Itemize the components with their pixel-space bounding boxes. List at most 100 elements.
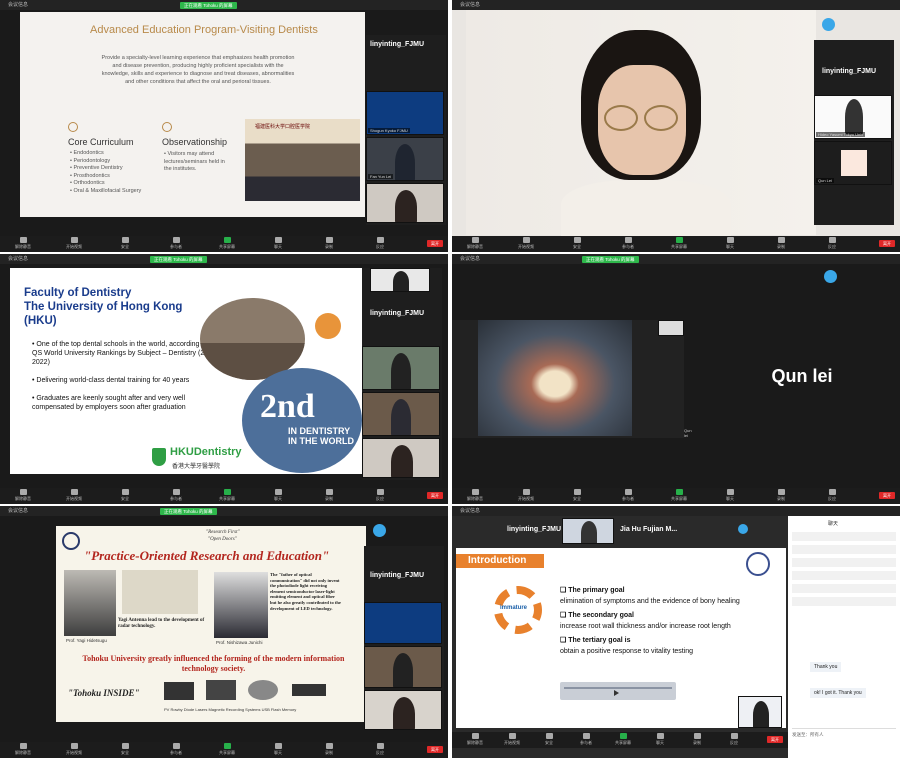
control-4[interactable]: 共享屏幕	[662, 489, 696, 502]
control-2[interactable]: 安全	[560, 237, 594, 250]
video-tile[interactable]	[366, 183, 444, 223]
control-3[interactable]: 参与者	[159, 237, 193, 250]
control-icon	[693, 733, 701, 739]
video-caption: Qun lei	[684, 428, 692, 438]
video-tile[interactable]	[370, 268, 430, 292]
control-icon	[726, 489, 734, 495]
control-1[interactable]: 开始视频	[509, 489, 543, 502]
shared-surgery-video: Qun lei	[452, 320, 692, 438]
video-tile[interactable]	[362, 346, 440, 390]
control-7[interactable]: 反应	[363, 489, 397, 502]
control-3[interactable]: 参与者	[569, 733, 603, 746]
control-4[interactable]: 共享屏幕	[210, 237, 244, 250]
control-bar: 解除静音 开始视频 安全 参与者 共享屏幕 聊天 录制 反应 离开	[0, 236, 448, 252]
control-5[interactable]: 聊天	[261, 489, 295, 502]
hku-bullets: • One of the top dental schools in the w…	[26, 340, 226, 421]
video-tile[interactable]	[738, 696, 782, 728]
control-0[interactable]: 解除静音	[458, 733, 492, 746]
zoom-logo-icon	[738, 524, 748, 534]
chat-input[interactable]: 发送至：所有人	[792, 728, 896, 738]
control-icon	[777, 489, 785, 495]
play-icon[interactable]	[614, 690, 619, 696]
control-4[interactable]: 共享屏幕	[662, 237, 696, 250]
control-icon	[522, 489, 530, 495]
control-0[interactable]: 解除静音	[6, 489, 40, 502]
video-tile[interactable]	[658, 320, 684, 336]
control-label: 聊天	[726, 244, 734, 249]
control-7[interactable]: 反应	[363, 237, 397, 250]
leave-button[interactable]: 离开	[427, 746, 443, 753]
control-2[interactable]: 安全	[108, 237, 142, 250]
control-3[interactable]: 参与者	[611, 489, 645, 502]
video-tile[interactable]	[364, 690, 442, 730]
video-tile[interactable]	[562, 518, 614, 544]
observation-icon	[162, 122, 172, 132]
leave-button[interactable]: 离开	[427, 240, 443, 247]
control-5[interactable]: 聊天	[643, 733, 677, 746]
control-0[interactable]: 解除静音	[458, 237, 492, 250]
control-1[interactable]: 开始视频	[57, 237, 91, 250]
video-tile[interactable]	[362, 392, 440, 436]
control-5[interactable]: 聊天	[261, 237, 295, 250]
control-1[interactable]: 开始视频	[495, 733, 529, 746]
control-icon	[471, 489, 479, 495]
control-1[interactable]: 开始视频	[57, 489, 91, 502]
video-tile[interactable]: Hideo Yasumi Tokyo Univ	[814, 95, 892, 139]
control-icon	[325, 489, 333, 495]
leave-button[interactable]: 离开	[879, 240, 895, 247]
control-5[interactable]: 聊天	[713, 237, 747, 250]
control-7[interactable]: 反应	[815, 489, 849, 502]
control-4[interactable]: 共享屏幕	[210, 489, 244, 502]
control-label: 录制	[325, 496, 333, 501]
core-title: Core Curriculum	[68, 137, 134, 147]
control-label: 开始视频	[504, 740, 520, 745]
control-3[interactable]: 参与者	[159, 743, 193, 756]
pane-4: 会议信息 正在观看 Tohoku 的屏幕 Qun lei Qun lei 解除静音…	[452, 254, 900, 504]
speaker-video	[466, 10, 816, 240]
control-2[interactable]: 安全	[108, 489, 142, 502]
control-7[interactable]: 反应	[815, 237, 849, 250]
video-tile[interactable]	[364, 646, 442, 688]
control-icon	[274, 489, 282, 495]
leave-button[interactable]: 离开	[427, 492, 443, 499]
control-2[interactable]: 安全	[560, 489, 594, 502]
control-7[interactable]: 反应	[363, 743, 397, 756]
control-icon	[325, 743, 333, 749]
control-6[interactable]: 录制	[680, 733, 714, 746]
control-6[interactable]: 录制	[312, 489, 346, 502]
control-5[interactable]: 聊天	[261, 743, 295, 756]
video-tile[interactable]: Qun Lei	[814, 141, 892, 185]
video-tile[interactable]	[364, 602, 442, 644]
antenna-image	[122, 570, 198, 614]
control-1[interactable]: 开始视频	[57, 743, 91, 756]
control-0[interactable]: 解除静音	[458, 489, 492, 502]
video-tile[interactable]: Shogun Kyoko FJMU	[366, 91, 444, 135]
control-0[interactable]: 解除静音	[6, 743, 40, 756]
control-3[interactable]: 参与者	[159, 489, 193, 502]
control-4[interactable]: 共享屏幕	[606, 733, 640, 746]
leave-button[interactable]: 离开	[879, 492, 895, 499]
zoom-logo-icon	[822, 18, 835, 31]
nishizawa-caption: The "father of optical communication" di…	[270, 572, 341, 611]
leave-button[interactable]: 离开	[767, 736, 783, 743]
control-6[interactable]: 录制	[764, 489, 798, 502]
prof-nishizawa-photo	[214, 572, 268, 638]
control-icon	[70, 237, 78, 243]
control-icon	[121, 489, 129, 495]
control-3[interactable]: 参与者	[611, 237, 645, 250]
control-6[interactable]: 录制	[312, 743, 346, 756]
control-2[interactable]: 安全	[108, 743, 142, 756]
control-6[interactable]: 录制	[312, 237, 346, 250]
control-icon	[325, 237, 333, 243]
control-1[interactable]: 开始视频	[509, 237, 543, 250]
video-player[interactable]	[560, 682, 676, 700]
control-0[interactable]: 解除静音	[6, 237, 40, 250]
control-4[interactable]: 共享屏幕	[210, 743, 244, 756]
video-tile[interactable]	[362, 438, 440, 478]
control-7[interactable]: 反应	[717, 733, 751, 746]
control-5[interactable]: 聊天	[713, 489, 747, 502]
control-2[interactable]: 安全	[532, 733, 566, 746]
video-tile[interactable]: Fan Yun Lei	[366, 137, 444, 181]
control-icon	[828, 489, 836, 495]
control-6[interactable]: 录制	[764, 237, 798, 250]
